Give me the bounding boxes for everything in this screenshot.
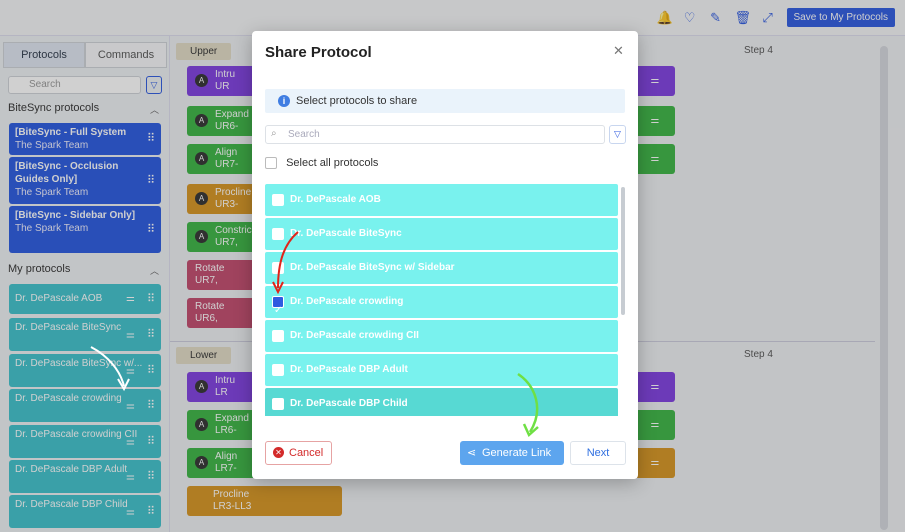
protocol-option-label: Dr. DePascale DBP Child xyxy=(290,398,408,409)
share-icon: ⋖ xyxy=(467,447,477,459)
protocol-checkbox[interactable] xyxy=(272,398,284,410)
protocol-checkbox[interactable] xyxy=(272,194,284,206)
cancel-button[interactable]: ✕ Cancel xyxy=(265,441,332,465)
protocol-option[interactable]: Dr. DePascale DBP Adult xyxy=(265,354,618,386)
protocol-option[interactable]: Dr. DePascale BiteSync xyxy=(265,218,618,250)
cancel-icon: ✕ xyxy=(273,447,284,458)
select-all-checkbox-row[interactable]: Select all protocols xyxy=(265,157,379,170)
protocol-option-label: Dr. DePascale DBP Adult xyxy=(290,364,408,375)
protocol-option[interactable]: Dr. DePascale crowding xyxy=(265,286,618,327)
protocol-option-label: Dr. DePascale crowding CII xyxy=(290,330,419,341)
protocol-checkbox-checked[interactable] xyxy=(272,295,284,327)
protocol-search-input[interactable]: Search xyxy=(265,125,605,144)
dialog-title: Share Protocol xyxy=(265,44,372,61)
filter-icon[interactable]: ▽ xyxy=(609,125,626,144)
protocol-option-label: Dr. DePascale BiteSync xyxy=(290,228,402,239)
select-all-checkbox[interactable] xyxy=(265,157,277,170)
protocol-checkbox[interactable] xyxy=(272,228,284,240)
protocol-option[interactable]: Dr. DePascale AOB xyxy=(265,184,618,216)
generate-link-label: Generate Link xyxy=(482,447,552,459)
protocol-checkbox[interactable] xyxy=(272,330,284,342)
protocol-checkbox[interactable] xyxy=(272,262,284,274)
protocol-option-label: Dr. DePascale AOB xyxy=(290,194,381,205)
protocol-option-label: Dr. DePascale BiteSync w/ Sidebar xyxy=(290,262,455,273)
info-banner: i Select protocols to share xyxy=(265,89,625,113)
protocol-checkbox[interactable] xyxy=(272,364,284,376)
info-text: Select protocols to share xyxy=(296,95,418,107)
protocol-list: Dr. DePascale AOB Dr. DePascale BiteSync… xyxy=(265,184,618,416)
info-icon: i xyxy=(278,95,290,107)
next-button[interactable]: Next xyxy=(570,441,626,465)
protocol-option[interactable]: Dr. DePascale crowding CII xyxy=(265,320,618,352)
protocol-option[interactable]: Dr. DePascale BiteSync w/ Sidebar xyxy=(265,252,618,284)
share-protocol-dialog: Share Protocol ✕ i Select protocols to s… xyxy=(252,31,638,479)
protocol-option[interactable]: Dr. DePascale DBP Child xyxy=(265,388,618,416)
cancel-button-label: Cancel xyxy=(289,447,324,459)
protocol-option-label: Dr. DePascale crowding xyxy=(290,296,404,307)
generate-link-button[interactable]: ⋖ Generate Link xyxy=(460,441,564,465)
select-all-label: Select all protocols xyxy=(286,157,379,169)
protocol-list-scrollbar[interactable] xyxy=(621,187,625,315)
close-icon[interactable]: ✕ xyxy=(613,43,624,59)
